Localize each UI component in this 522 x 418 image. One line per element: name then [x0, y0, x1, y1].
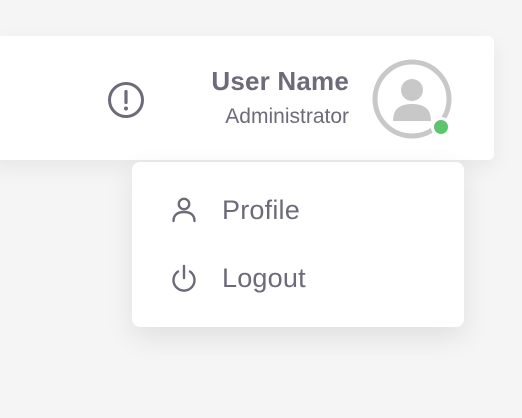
user-name: User Name: [211, 66, 349, 96]
menu-item-label: Profile: [222, 195, 300, 225]
power-icon: [168, 262, 200, 294]
menu-item-profile[interactable]: Profile: [132, 180, 464, 240]
user-dropdown-menu: Profile Logout: [132, 162, 464, 327]
user-info[interactable]: User Name Administrator: [129, 64, 349, 132]
menu-item-logout[interactable]: Logout: [132, 248, 464, 308]
online-status-badge: [431, 117, 451, 137]
menu-item-label: Logout: [222, 263, 306, 293]
user-role: Administrator: [225, 105, 349, 128]
user-icon: [168, 194, 200, 226]
